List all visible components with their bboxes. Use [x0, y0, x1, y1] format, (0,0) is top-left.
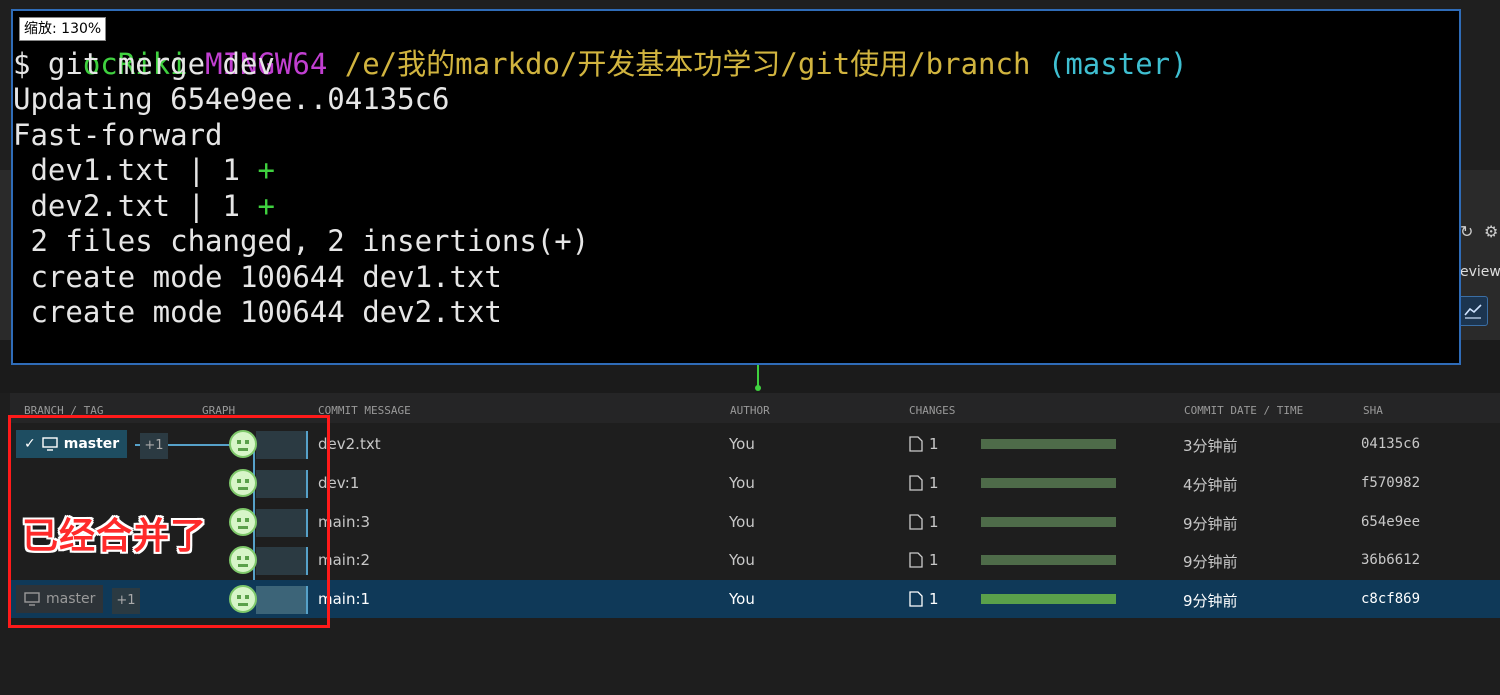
terminal-output-line: Fast-forward	[13, 117, 223, 152]
changes-count: 1	[929, 551, 939, 569]
commit-sha: 36b6612	[1361, 552, 1421, 568]
terminal-plus-sign: +	[257, 153, 275, 187]
commit-author: You	[729, 513, 755, 531]
right-toolbar: ↻ ⚙ eview	[1458, 212, 1500, 332]
changes-bar	[981, 517, 1116, 527]
changes-count: 1	[929, 513, 939, 531]
line-chart-icon	[1464, 304, 1482, 319]
annotation-text: 已经合并了	[22, 516, 208, 557]
commit-changes: 1	[909, 435, 939, 453]
commit-author: You	[729, 590, 755, 608]
commit-author: You	[729, 551, 755, 569]
terminal-prompt-line: ocRiki MINGW64 /e/我的markdo/开发基本功学习/git使用…	[13, 11, 1459, 81]
refresh-icon[interactable]: ↻	[1460, 222, 1473, 241]
terminal-output-line: dev1.txt | 1 +	[13, 153, 1459, 189]
file-icon	[909, 436, 923, 452]
commit-sha: f570982	[1361, 475, 1421, 491]
file-icon	[909, 591, 923, 607]
file-icon	[909, 552, 923, 568]
changes-bar	[981, 594, 1116, 604]
commit-date: 3分钟前	[1183, 437, 1238, 455]
file-icon	[909, 475, 923, 491]
gear-icon[interactable]: ⚙	[1484, 222, 1498, 241]
changes-count: 1	[929, 435, 939, 453]
commit-date: 9分钟前	[1183, 553, 1238, 571]
commit-sha: 04135c6	[1361, 436, 1421, 452]
terminal-plus-sign: +	[257, 188, 275, 223]
terminal-window[interactable]: ocRiki MINGW64 /e/我的markdo/开发基本功学习/git使用…	[11, 9, 1461, 365]
commit-date: 4分钟前	[1183, 476, 1238, 494]
terminal-output-text: dev1.txt | 1	[13, 153, 258, 187]
prompt-branch: (master)	[1047, 46, 1188, 81]
review-label: eview	[1460, 264, 1500, 280]
commit-date: 9分钟前	[1183, 592, 1238, 610]
terminal-output-line: 2 files changed, 2 insertions(+)	[13, 224, 590, 258]
commit-changes: 1	[909, 474, 939, 492]
commit-changes: 1	[909, 513, 939, 531]
changes-bar	[981, 478, 1116, 488]
connector-line	[755, 365, 761, 391]
commit-changes: 1	[909, 590, 939, 608]
terminal-output-line: create mode 100644 dev2.txt	[13, 295, 502, 329]
column-commit-message[interactable]: COMMIT MESSAGE	[318, 404, 411, 417]
commit-author: You	[729, 435, 755, 453]
terminal-output-line: dev2.txt | 1 +	[13, 189, 1459, 225]
changes-count: 1	[929, 474, 939, 492]
terminal-output-text: dev2.txt | 1	[13, 188, 258, 223]
column-sha[interactable]: SHA	[1363, 404, 1383, 417]
commit-changes: 1	[909, 551, 939, 569]
terminal-output-line: create mode 100644 dev1.txt	[13, 259, 502, 294]
commit-sha: c8cf869	[1361, 591, 1421, 607]
zoom-badge: 缩放: 130%	[19, 17, 107, 41]
commit-author: You	[729, 474, 755, 492]
file-icon	[909, 514, 923, 530]
commit-sha: 654e9ee	[1361, 514, 1421, 530]
chart-view-button[interactable]	[1458, 296, 1488, 326]
column-author[interactable]: AUTHOR	[730, 404, 770, 417]
changes-count: 1	[929, 590, 939, 608]
changes-bar	[981, 439, 1116, 449]
column-commit-date[interactable]: COMMIT DATE / TIME	[1184, 404, 1303, 417]
column-changes[interactable]: CHANGES	[909, 404, 955, 417]
terminal-output-line: Updating 654e9ee..04135c6	[13, 82, 450, 116]
commit-date: 9分钟前	[1183, 515, 1238, 533]
changes-bar	[981, 555, 1116, 565]
prompt-path: /e/我的markdo/开发基本功学习/git使用/branch	[344, 46, 1031, 81]
